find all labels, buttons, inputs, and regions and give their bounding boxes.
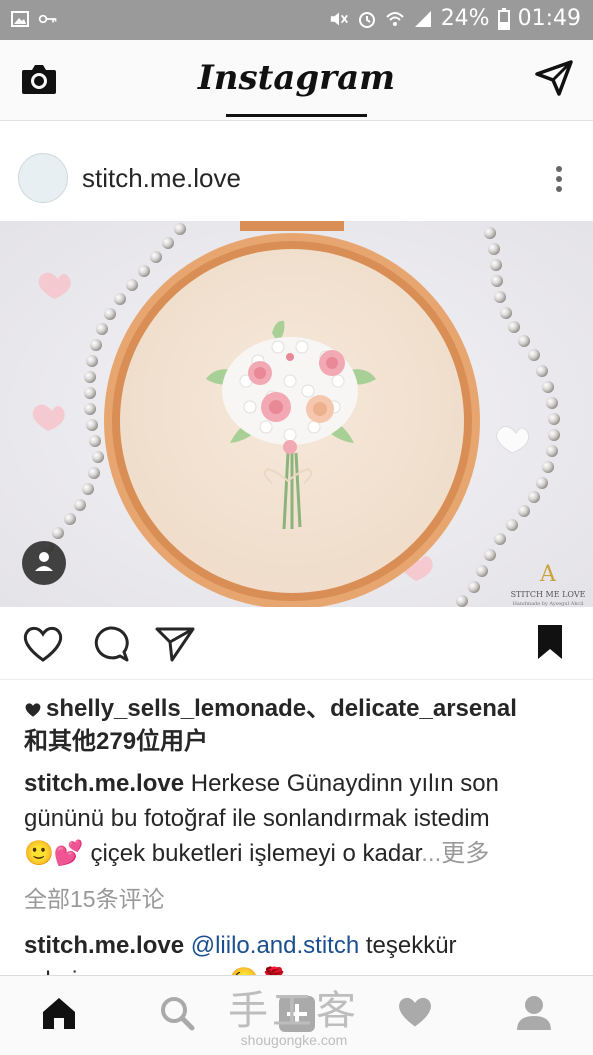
gallery-notification-icon: [11, 11, 29, 27]
caption-more-link[interactable]: 更多: [441, 840, 489, 867]
likes-others[interactable]: 和其他279位用户: [24, 725, 574, 758]
likes-heart-icon: [25, 703, 41, 717]
battery-icon: [497, 7, 510, 30]
heart-icon[interactable]: [22, 625, 64, 663]
post-username[interactable]: stitch.me.love: [82, 163, 241, 194]
post-image[interactable]: A STITCH ME LOVE Handmade by Aysegul Akc…: [0, 221, 593, 607]
image-brand-mark: A: [539, 562, 557, 587]
likes-summary: shelly_sells_lemonade、delicate_arsenal 和…: [24, 692, 574, 758]
image-brand-text: STITCH ME LOVE: [511, 590, 586, 599]
profile-icon[interactable]: [516, 994, 552, 1032]
clock: 01:49: [517, 6, 581, 31]
alarm-icon: [358, 11, 375, 28]
view-all-comments-link[interactable]: 全部15条评论: [24, 880, 165, 914]
app-header: Instagram: [0, 40, 593, 121]
feed-tab-indicator: [226, 114, 367, 117]
watermark-en: shougongke.com: [240, 1032, 348, 1048]
instagram-logo: Instagram: [197, 58, 396, 98]
search-icon[interactable]: [158, 994, 196, 1032]
home-icon[interactable]: [40, 994, 78, 1032]
watermark-cn: 手工客: [228, 988, 360, 1034]
status-bar: 24% 01:49: [0, 0, 593, 40]
wifi-icon: [385, 11, 404, 26]
post-caption: stitch.me.love Herkese Günaydinn yılın s…: [24, 766, 576, 871]
comment-icon[interactable]: [90, 625, 130, 663]
activity-heart-icon[interactable]: [396, 994, 434, 1030]
post-header: stitch.me.love: [0, 121, 593, 221]
mute-icon: [330, 12, 348, 25]
caption-text-line2: gününü bu fotoğraf ile sonlandırmak iste…: [24, 805, 490, 832]
post-actions: [0, 607, 593, 680]
liked-by-users[interactable]: shelly_sells_lemonade、delicate_arsenal: [46, 695, 517, 722]
avatar[interactable]: [18, 153, 68, 203]
comment-text: teşekkür: [365, 932, 457, 959]
direct-send-icon[interactable]: [535, 60, 573, 96]
key-notification-icon: [38, 14, 57, 24]
embroidery-hoop-image: A STITCH ME LOVE Handmade by Aysegul Akc…: [0, 221, 593, 607]
caption-text-line1: Herkese Günaydinn yılın son: [190, 770, 499, 797]
caption-username[interactable]: stitch.me.love: [24, 770, 184, 797]
site-watermark: 手工客 shougongke.com: [228, 978, 360, 1048]
user-tag-icon[interactable]: [22, 541, 66, 585]
bookmark-icon[interactable]: [536, 623, 564, 661]
caption-text-line3: çiçek buketleri işlemeyi o kadar: [90, 840, 422, 867]
comment-mention[interactable]: @liilo.and.stitch: [191, 932, 359, 959]
signal-icon: [414, 10, 431, 27]
battery-percent: 24%: [440, 6, 490, 31]
caption-emoji: 🙂💕: [24, 840, 84, 867]
share-icon[interactable]: [154, 625, 196, 663]
comment-item: stitch.me.love @liilo.and.stitch teşekkü…: [24, 928, 576, 976]
comment-username[interactable]: stitch.me.love: [24, 932, 184, 959]
more-vert-icon[interactable]: [555, 165, 563, 193]
caption-ellipsis: ...: [421, 840, 442, 867]
